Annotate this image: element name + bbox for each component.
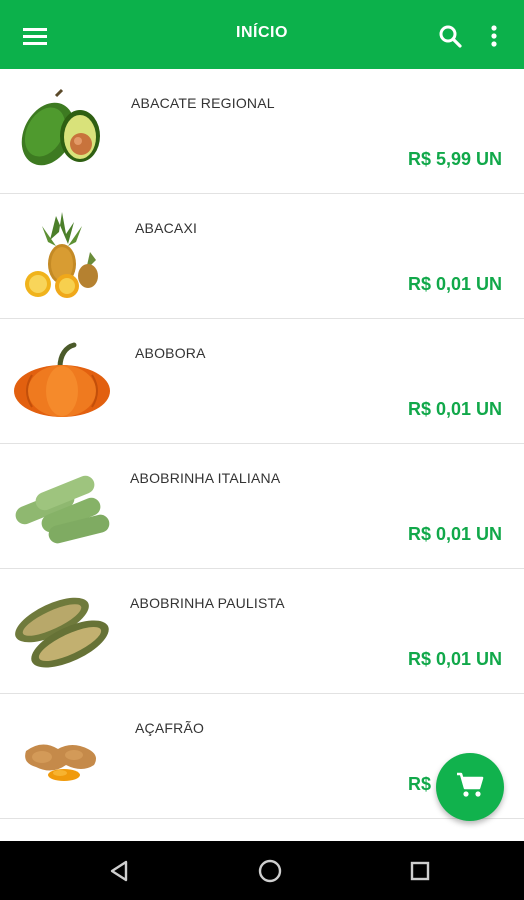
product-price: R$ 0,01 UN [407, 274, 502, 294]
turmeric-image [10, 712, 114, 800]
product-row-partial[interactable] [0, 819, 524, 841]
pineapple-image [10, 212, 114, 300]
product-price: R$ 0,01 UN [407, 524, 502, 544]
more-vert-icon[interactable] [474, 16, 514, 56]
shopping-cart-icon [456, 772, 484, 803]
product-name: ABOBRINHA ITALIANA [130, 470, 281, 486]
search-icon[interactable] [430, 16, 470, 56]
product-name: AÇAFRÃO [135, 720, 205, 736]
product-name: ABACATE REGIONAL [131, 95, 275, 111]
product-price: R$ 5,99 UN [407, 149, 502, 169]
app-bar: INÍCIO [0, 0, 524, 69]
home-circle-icon[interactable] [254, 855, 286, 887]
product-row-abacate[interactable]: ABACATE REGIONAL R$ 5,99 UN [0, 69, 524, 194]
product-name: ABOBRINHA PAULISTA [130, 595, 285, 611]
pumpkin-image [10, 337, 114, 425]
striped-squash-image [10, 587, 114, 675]
system-navigation-bar [0, 841, 524, 900]
back-triangle-icon[interactable] [103, 855, 135, 887]
product-price: R$ 0,01 UN [407, 649, 502, 669]
product-name: ABOBORA [135, 345, 206, 361]
product-row-abobrinha-paulista[interactable]: ABOBRINHA PAULISTA R$ 0,01 UN [0, 569, 524, 694]
recents-square-icon[interactable] [404, 855, 436, 887]
product-list[interactable]: ABACATE REGIONAL R$ 5,99 UN ABACAXI R$ 0… [0, 69, 524, 841]
zucchini-image [10, 462, 114, 550]
product-row-abacaxi[interactable]: ABACAXI R$ 0,01 UN [0, 194, 524, 319]
product-row-abobrinha-italiana[interactable]: ABOBRINHA ITALIANA R$ 0,01 UN [0, 444, 524, 569]
product-name: ABACAXI [135, 220, 198, 236]
avocado-image [10, 87, 114, 175]
product-row-abobora[interactable]: ABOBORA R$ 0,01 UN [0, 319, 524, 444]
product-price: R$ 0,01 UN [407, 399, 502, 419]
cart-fab-button[interactable] [436, 753, 504, 821]
